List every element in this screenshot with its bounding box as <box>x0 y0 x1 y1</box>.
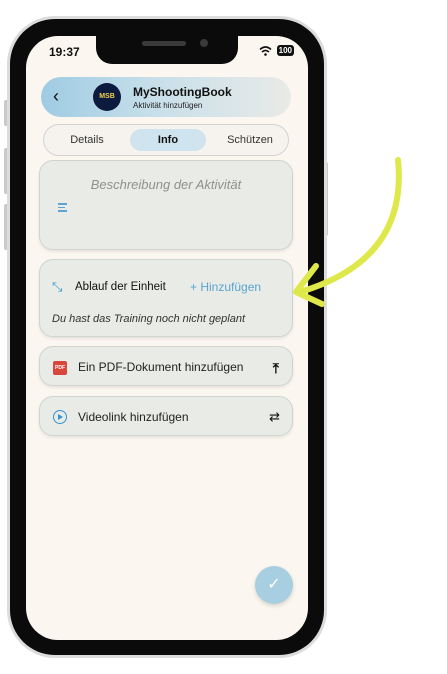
annotation-arrow <box>293 157 402 307</box>
